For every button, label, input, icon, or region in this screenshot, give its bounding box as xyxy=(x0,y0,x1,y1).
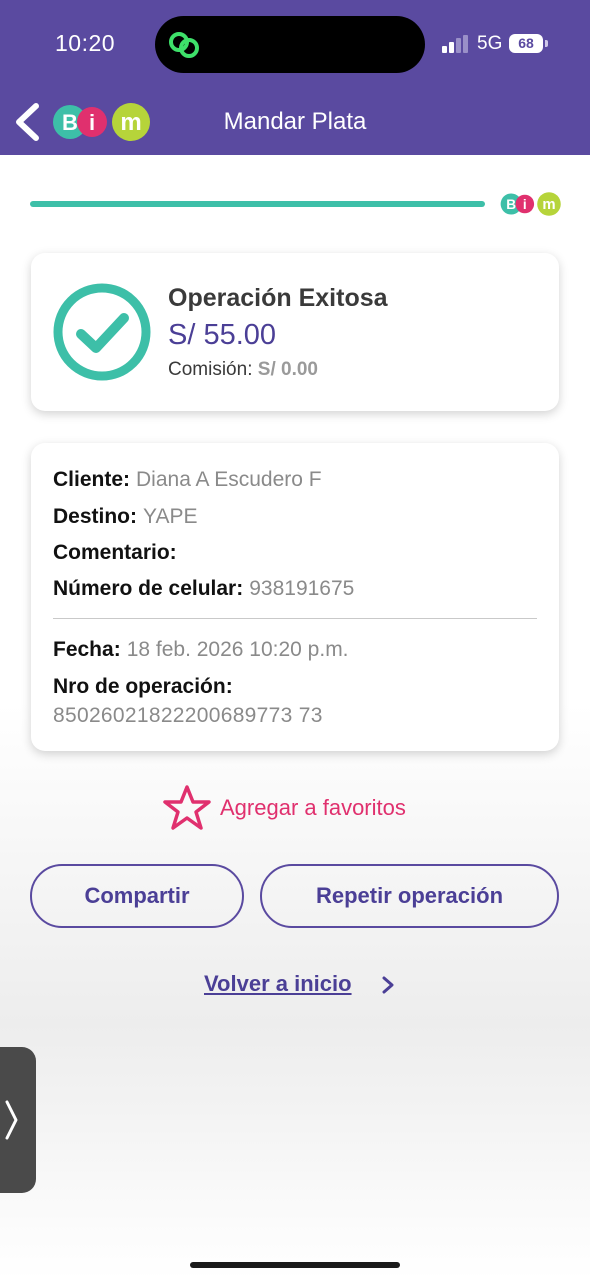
comentario-label: Comentario: xyxy=(53,541,177,564)
operacion-value: 85026021822200689773 73 xyxy=(53,704,323,727)
status-time: 10:20 xyxy=(55,30,116,56)
favorite-label: Agregar a favoritos xyxy=(220,795,406,820)
destino-label: Destino: xyxy=(53,505,137,528)
svg-text:i: i xyxy=(523,197,527,212)
fecha-value: 18 feb. 2026 10:20 p.m. xyxy=(126,638,349,661)
amount-value: S/ 55.00 xyxy=(168,319,277,351)
dynamic-island xyxy=(155,16,425,73)
fee-label: Comisión: xyxy=(168,359,253,380)
details-card: Cliente: Diana A Escudero F Destino: YAPE … xyxy=(31,443,559,751)
svg-text:m: m xyxy=(542,197,555,213)
signal-icon xyxy=(442,35,468,53)
celular-value: 938191675 xyxy=(249,577,355,600)
battery-icon: 68 xyxy=(509,34,543,53)
success-card: Operación Exitosa S/ 55.00 Comisión: S/ … xyxy=(31,253,559,411)
network-type: 5G xyxy=(477,33,503,54)
fee-value: S/ 0.00 xyxy=(257,359,318,380)
link-icon xyxy=(169,32,199,58)
detail-row-operacion: Nro de operación: xyxy=(53,675,233,699)
star-icon xyxy=(163,785,211,830)
detail-row-comentario: Comentario: xyxy=(53,541,183,565)
fee-line: Comisión: S/ 0.00 xyxy=(168,359,318,381)
chevron-right-icon xyxy=(5,1100,18,1140)
home-indicator[interactable] xyxy=(190,1262,400,1268)
detail-row-destino: Destino: YAPE xyxy=(53,505,197,529)
detail-row-celular: Número de celular: 938191675 xyxy=(53,577,354,601)
divider xyxy=(53,618,537,619)
celular-label: Número de celular: xyxy=(53,577,244,600)
destino-value: YAPE xyxy=(143,505,198,528)
bim-logo-small-icon: B i m xyxy=(500,192,561,216)
share-button[interactable]: Compartir xyxy=(30,864,244,928)
side-drawer-handle[interactable] xyxy=(0,1047,36,1193)
battery-tip xyxy=(545,40,548,47)
repeat-operation-button[interactable]: Repetir operación xyxy=(260,864,559,928)
chevron-right-icon[interactable] xyxy=(380,975,396,995)
cliente-value: Diana A Escudero F xyxy=(136,468,322,491)
detail-row-cliente: Cliente: Diana A Escudero F xyxy=(53,468,322,492)
back-home-link[interactable]: Volver a inicio xyxy=(204,971,352,997)
page-title: Mandar Plata xyxy=(223,108,367,135)
operacion-label: Nro de operación: xyxy=(53,675,233,698)
success-title: Operación Exitosa xyxy=(168,284,388,312)
app-header: 10:20 5G 68 B i m Mandar Plata xyxy=(0,0,590,155)
svg-text:B: B xyxy=(506,197,516,212)
progress-bar xyxy=(30,201,485,207)
check-circle-icon xyxy=(53,283,151,381)
fecha-label: Fecha: xyxy=(53,638,121,661)
detail-row-fecha: Fecha: 18 feb. 2026 10:20 p.m. xyxy=(53,638,349,662)
cliente-label: Cliente: xyxy=(53,468,131,491)
